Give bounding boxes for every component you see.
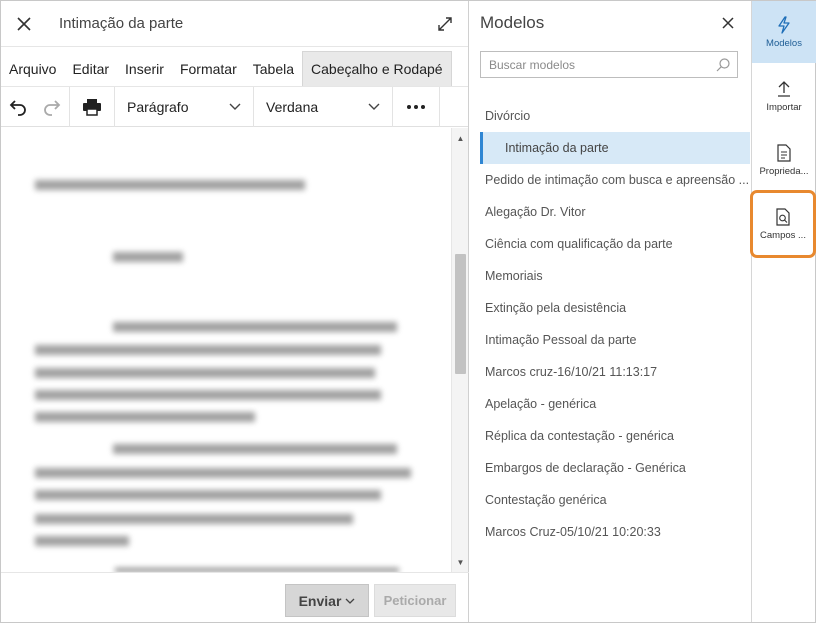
paragraph-style-value: Parágrafo <box>127 98 189 115</box>
rail-importar-button[interactable]: Importar <box>752 65 816 127</box>
menu-arquivo[interactable]: Arquivo <box>1 51 64 86</box>
chevron-down-icon <box>345 598 355 604</box>
scroll-down-arrow[interactable]: ▼ <box>452 554 469 570</box>
model-item-embargos[interactable]: Embargos de declaração - Genérica <box>470 452 750 484</box>
model-item-marcos-cruz-05[interactable]: Marcos Cruz-05/10/21 10:20:33 <box>470 516 750 548</box>
model-item-marcos-cruz-16[interactable]: Marcos cruz-16/10/21 11:13:17 <box>470 356 750 388</box>
expand-icon <box>438 16 452 31</box>
document-editing-area[interactable] <box>1 128 469 572</box>
petition-button[interactable]: Peticionar <box>374 584 456 617</box>
models-panel: Modelos Divórcio Intimação da parte Pedi… <box>470 1 750 622</box>
print-icon <box>83 98 101 116</box>
editor-pane: Intimação da parte Arquivo Editar Inseri… <box>1 1 469 622</box>
model-item-replica[interactable]: Réplica da contestação - genérica <box>470 420 750 452</box>
scroll-thumb[interactable] <box>455 254 466 374</box>
rail-propriedades-button[interactable]: Proprieda... <box>752 129 816 191</box>
undo-button[interactable] <box>1 87 35 127</box>
models-search-box <box>480 51 738 78</box>
lightning-icon <box>778 15 790 34</box>
model-item-divorcio[interactable]: Divórcio <box>470 100 750 132</box>
document-search-icon <box>776 207 790 226</box>
redo-icon <box>44 99 61 116</box>
models-search-input[interactable] <box>481 52 709 77</box>
rail-modelos-button[interactable]: Modelos <box>752 1 816 63</box>
redacted-document-content <box>35 180 411 572</box>
models-header: Modelos <box>470 1 750 45</box>
upload-icon <box>778 80 790 97</box>
menu-cabecalho-rodape[interactable]: Cabeçalho e Rodapé <box>302 51 452 86</box>
models-title: Modelos <box>480 13 545 32</box>
model-item-extincao[interactable]: Extinção pela desistência <box>470 292 750 324</box>
model-item-apelacao[interactable]: Apelação - genérica <box>470 388 750 420</box>
menu-tabela[interactable]: Tabela <box>245 51 302 86</box>
close-editor-button[interactable] <box>1 1 47 47</box>
model-item-intimacao-pessoal[interactable]: Intimação Pessoal da parte <box>470 324 750 356</box>
menu-inserir[interactable]: Inserir <box>117 51 172 86</box>
rail-importar-label: Importar <box>766 101 802 113</box>
print-button[interactable] <box>70 87 114 127</box>
search-icon[interactable] <box>709 57 737 73</box>
editor-title: Intimação da parte <box>59 15 184 32</box>
rail-campos-button[interactable]: Campos ... <box>750 190 816 258</box>
toolbar-divider <box>439 86 440 127</box>
font-select[interactable]: Verdana <box>254 87 392 127</box>
font-value: Verdana <box>266 98 319 115</box>
document-properties-icon <box>777 143 791 162</box>
model-item-intimacao-da-parte[interactable]: Intimação da parte <box>480 132 750 164</box>
editor-header: Intimação da parte <box>1 1 468 47</box>
rail-modelos-label: Modelos <box>766 37 802 49</box>
paragraph-style-select[interactable]: Parágrafo <box>115 87 253 127</box>
close-models-button[interactable] <box>716 11 740 35</box>
editor-footer: Enviar Peticionar <box>1 572 469 622</box>
menu-editar[interactable]: Editar <box>64 51 117 86</box>
scroll-up-arrow[interactable]: ▲ <box>452 130 469 146</box>
document-scrollbar[interactable]: ▲ ▼ <box>451 128 468 572</box>
menu-bar: Arquivo Editar Inserir Formatar Tabela C… <box>1 47 468 87</box>
chevron-down-icon <box>368 103 380 110</box>
model-item-contestacao[interactable]: Contestação genérica <box>470 484 750 516</box>
chevron-down-icon <box>229 103 241 110</box>
send-button-label: Enviar <box>298 592 342 609</box>
more-options-button[interactable] <box>393 87 439 127</box>
right-rail: Modelos Importar Proprieda... Campos ... <box>750 1 816 622</box>
model-item-alegacao[interactable]: Alegação Dr. Vitor <box>470 196 750 228</box>
model-item-memoriais[interactable]: Memoriais <box>470 260 750 292</box>
send-button[interactable]: Enviar <box>285 584 369 617</box>
close-icon <box>17 16 31 31</box>
editor-toolbar: Parágrafo Verdana <box>1 86 468 127</box>
expand-button[interactable] <box>422 1 468 47</box>
rail-propriedades-label: Proprieda... <box>759 165 809 177</box>
menu-formatar[interactable]: Formatar <box>172 51 245 86</box>
more-icon <box>407 104 425 109</box>
rail-campos-label: Campos ... <box>760 229 806 241</box>
model-item-pedido-intimacao[interactable]: Pedido de intimação com busca e apreensã… <box>470 164 750 196</box>
close-icon <box>722 17 734 29</box>
models-list: Divórcio Intimação da parte Pedido de in… <box>470 100 750 548</box>
redo-button[interactable] <box>35 87 69 127</box>
model-item-ciencia[interactable]: Ciência com qualificação da parte <box>470 228 750 260</box>
undo-icon <box>9 99 26 116</box>
